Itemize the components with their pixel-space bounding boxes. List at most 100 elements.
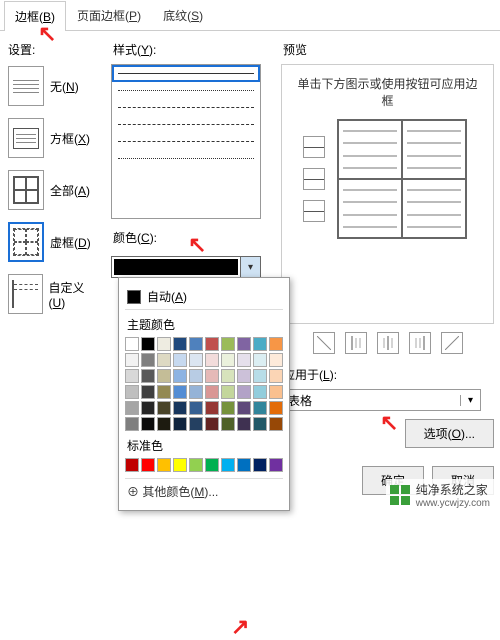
color-dropdown-button[interactable]: ▾: [240, 257, 260, 277]
color-swatch[interactable]: [253, 369, 267, 383]
color-swatch[interactable]: [269, 458, 283, 472]
color-swatch[interactable]: [237, 369, 251, 383]
color-swatch[interactable]: [173, 369, 187, 383]
color-swatch[interactable]: [237, 458, 251, 472]
options-button[interactable]: 选项(O)...: [405, 419, 494, 448]
color-swatch[interactable]: [237, 385, 251, 399]
setting-box[interactable]: 方框(X): [6, 116, 101, 160]
color-swatch[interactable]: [189, 417, 203, 431]
color-swatch[interactable]: [221, 337, 235, 351]
color-swatch[interactable]: [205, 458, 219, 472]
color-auto-item[interactable]: 自动(A): [125, 284, 283, 310]
color-swatch[interactable]: [221, 458, 235, 472]
color-swatch[interactable]: [205, 337, 219, 351]
color-swatch[interactable]: [189, 401, 203, 415]
color-swatch[interactable]: [173, 353, 187, 367]
color-swatch[interactable]: [189, 369, 203, 383]
color-swatch[interactable]: [125, 458, 139, 472]
color-swatch[interactable]: [269, 385, 283, 399]
color-swatch[interactable]: [189, 337, 203, 351]
color-swatch[interactable]: [205, 417, 219, 431]
color-swatch[interactable]: [141, 458, 155, 472]
color-swatch[interactable]: [157, 401, 171, 415]
color-swatch[interactable]: [125, 417, 139, 431]
color-swatch[interactable]: [205, 353, 219, 367]
color-swatch[interactable]: [189, 458, 203, 472]
setting-custom[interactable]: 自定义(U): [6, 272, 101, 316]
color-swatch[interactable]: [237, 353, 251, 367]
color-swatch[interactable]: [269, 401, 283, 415]
setting-none[interactable]: 无(N): [6, 64, 101, 108]
preview-table[interactable]: [337, 119, 467, 239]
style-item-dash-dot-dot[interactable]: [112, 150, 260, 167]
color-swatch[interactable]: [141, 337, 155, 351]
tab-border[interactable]: 边框(B): [4, 1, 66, 31]
color-swatch[interactable]: [253, 337, 267, 351]
tab-shading[interactable]: 底纹(S): [152, 0, 214, 30]
color-swatch[interactable]: [237, 337, 251, 351]
color-swatch[interactable]: [125, 353, 139, 367]
color-swatch[interactable]: [125, 401, 139, 415]
color-swatch[interactable]: [253, 417, 267, 431]
color-swatch[interactable]: [237, 417, 251, 431]
border-hcenter-button[interactable]: [303, 168, 325, 190]
color-swatch[interactable]: [125, 369, 139, 383]
color-swatch[interactable]: [269, 337, 283, 351]
color-swatch[interactable]: [221, 385, 235, 399]
color-swatch[interactable]: [237, 401, 251, 415]
color-swatch[interactable]: [141, 353, 155, 367]
color-swatch[interactable]: [253, 458, 267, 472]
color-swatch[interactable]: [173, 385, 187, 399]
color-swatch[interactable]: [189, 385, 203, 399]
color-swatch[interactable]: [253, 385, 267, 399]
border-diag-up-button[interactable]: [441, 332, 463, 354]
apply-to-combo[interactable]: 表格 ▾: [281, 389, 481, 411]
color-swatch[interactable]: [125, 385, 139, 399]
color-swatch[interactable]: [157, 385, 171, 399]
style-item-dashed-fine[interactable]: [112, 99, 260, 116]
border-vcenter-button[interactable]: [377, 332, 399, 354]
color-swatch[interactable]: [173, 417, 187, 431]
color-swatch[interactable]: [141, 369, 155, 383]
color-swatch[interactable]: [173, 458, 187, 472]
color-swatch[interactable]: [157, 417, 171, 431]
setting-grid[interactable]: 虚框(D): [6, 220, 101, 264]
tab-page-border[interactable]: 页面边框(P): [66, 0, 152, 30]
color-swatch[interactable]: [157, 369, 171, 383]
color-swatch[interactable]: [189, 353, 203, 367]
style-item-dotted[interactable]: [112, 82, 260, 99]
color-swatch[interactable]: [205, 369, 219, 383]
color-swatch[interactable]: [157, 353, 171, 367]
color-swatch[interactable]: [141, 417, 155, 431]
color-swatch[interactable]: [173, 401, 187, 415]
border-top-button[interactable]: [303, 136, 325, 158]
color-swatch[interactable]: [141, 385, 155, 399]
color-swatch[interactable]: [125, 337, 139, 351]
color-swatch[interactable]: [253, 401, 267, 415]
color-swatch[interactable]: [269, 369, 283, 383]
style-item-solid[interactable]: [112, 65, 260, 82]
color-combo[interactable]: ▾: [111, 256, 261, 278]
border-bottom-button[interactable]: [303, 200, 325, 222]
color-swatch[interactable]: [205, 385, 219, 399]
color-swatch[interactable]: [221, 417, 235, 431]
border-diag-down-button[interactable]: [313, 332, 335, 354]
style-item-dash-dot[interactable]: [112, 133, 260, 150]
setting-all[interactable]: 全部(A): [6, 168, 101, 212]
color-swatch[interactable]: [205, 401, 219, 415]
color-swatch[interactable]: [269, 353, 283, 367]
color-swatch[interactable]: [221, 401, 235, 415]
style-item-dashed[interactable]: [112, 116, 260, 133]
border-right-button[interactable]: [409, 332, 431, 354]
color-swatch[interactable]: [141, 401, 155, 415]
color-swatch[interactable]: [173, 337, 187, 351]
apply-to-dropdown-button[interactable]: ▾: [460, 395, 480, 406]
color-swatch[interactable]: [221, 369, 235, 383]
color-swatch[interactable]: [157, 337, 171, 351]
color-swatch[interactable]: [253, 353, 267, 367]
color-swatch[interactable]: [157, 458, 171, 472]
more-colors-item[interactable]: ⊕ 其他颜色(M)...: [125, 478, 283, 504]
border-left-button[interactable]: [345, 332, 367, 354]
color-swatch[interactable]: [269, 417, 283, 431]
style-listbox[interactable]: [111, 64, 261, 219]
